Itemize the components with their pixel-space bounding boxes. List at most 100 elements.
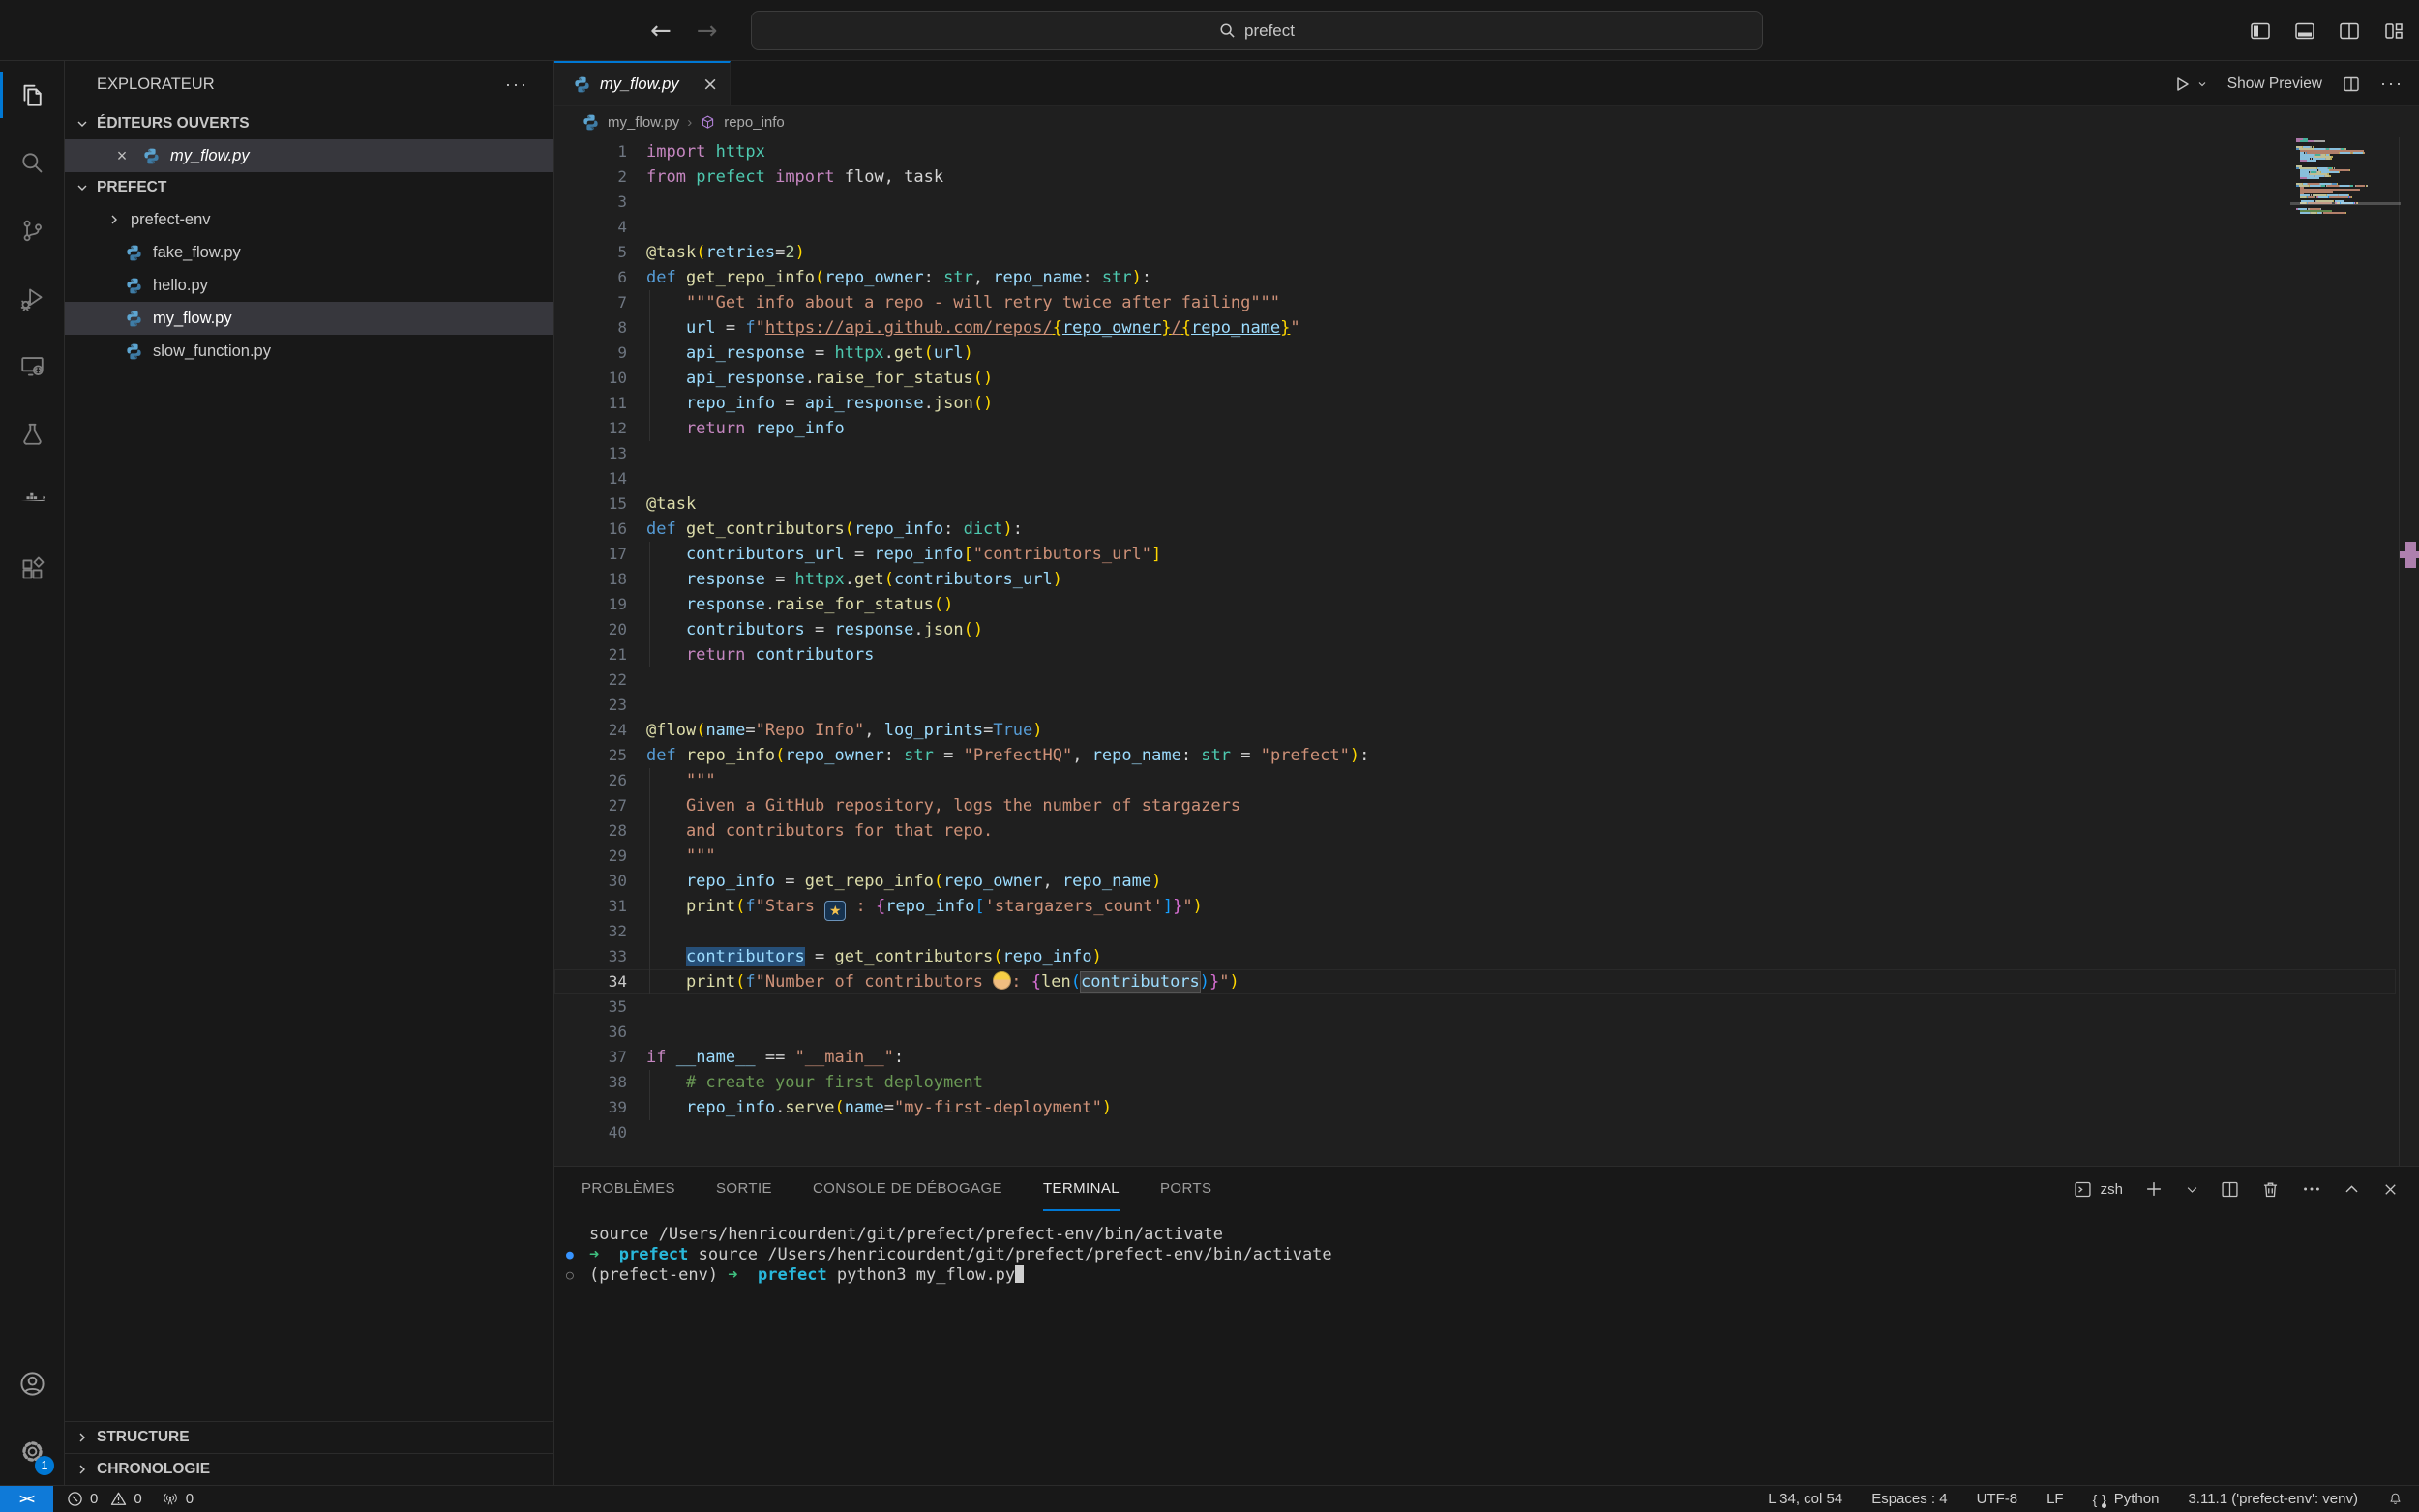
section-timeline[interactable]: CHRONOLOGIE <box>65 1453 553 1485</box>
close-icon[interactable] <box>2381 1180 2400 1199</box>
code-line-22[interactable]: 22 <box>554 667 2396 693</box>
code-line-1[interactable]: 1import httpx <box>554 139 2396 164</box>
code-line-40[interactable]: 40 <box>554 1120 2396 1145</box>
code-line-5[interactable]: 5@task(retries=2) <box>554 240 2396 265</box>
code-line-3[interactable]: 3 <box>554 190 2396 215</box>
customize-layout-icon[interactable] <box>2382 19 2405 43</box>
show-preview-button[interactable]: Show Preview <box>2227 75 2322 93</box>
python-interpreter[interactable]: 3.11.1 ('prefect-env': venv) <box>2188 1491 2358 1507</box>
code-line-38[interactable]: 38 # create your first deployment <box>554 1070 2396 1095</box>
command-center-search[interactable]: prefect <box>751 11 1763 50</box>
code-line-29[interactable]: 29 """ <box>554 844 2396 869</box>
section-structure[interactable]: STRUCTURE <box>65 1421 553 1453</box>
code-line-28[interactable]: 28 and contributors for that repo. <box>554 818 2396 844</box>
activity-settings[interactable]: 1 <box>0 1417 64 1485</box>
eol-status[interactable]: LF <box>2046 1491 2064 1507</box>
split-editor-icon[interactable] <box>2342 74 2361 94</box>
run-python-button[interactable] <box>2172 74 2208 94</box>
history-back-button[interactable]: ← <box>650 16 672 45</box>
panel-tab-console de débogage[interactable]: CONSOLE DE DÉBOGAGE <box>813 1167 1002 1211</box>
code-line-9[interactable]: 9 api_response = httpx.get(url) <box>554 341 2396 366</box>
code-line-14[interactable]: 14 <box>554 466 2396 491</box>
split-terminal-icon[interactable] <box>2220 1179 2240 1200</box>
activity-run-debug[interactable] <box>0 264 64 332</box>
terminal-profile-icon[interactable]: zsh <box>2073 1179 2123 1200</box>
chevron-up-icon[interactable] <box>2343 1180 2361 1199</box>
code-line-36[interactable]: 36 <box>554 1020 2396 1045</box>
terminal[interactable]: source /Users/henricourdent/git/prefect/… <box>554 1211 2419 1286</box>
panel-tab-sortie[interactable]: SORTIE <box>716 1167 772 1211</box>
activity-extensions[interactable] <box>0 535 64 603</box>
activity-search[interactable] <box>0 129 64 196</box>
encoding-status[interactable]: UTF-8 <box>1977 1491 2018 1507</box>
activity-source-control[interactable] <box>0 196 64 264</box>
activity-remote-explorer[interactable] <box>0 332 64 400</box>
file-slow_function.py[interactable]: slow_function.py <box>65 335 553 368</box>
ports-status[interactable]: 0 <box>162 1491 194 1508</box>
language-status[interactable]: { }Python <box>2093 1491 2160 1507</box>
code-line-18[interactable]: 18 response = httpx.get(contributors_url… <box>554 567 2396 592</box>
code-line-20[interactable]: 20 contributors = response.json() <box>554 617 2396 642</box>
file-hello.py[interactable]: hello.py <box>65 269 553 302</box>
code-line-10[interactable]: 10 api_response.raise_for_status() <box>554 366 2396 391</box>
add-terminal-icon[interactable] <box>2143 1178 2165 1200</box>
code-line-34[interactable]: 34 print(f"Number of contributors : {len… <box>554 969 2396 994</box>
code-line-2[interactable]: 2from prefect import flow, task <box>554 164 2396 190</box>
cursor-position[interactable]: L 34, col 54 <box>1768 1491 1842 1507</box>
code-line-35[interactable]: 35 <box>554 994 2396 1020</box>
code-line-16[interactable]: 16def get_contributors(repo_info: dict): <box>554 517 2396 542</box>
tab-my-flow[interactable]: my_flow.py × <box>554 61 731 105</box>
command-decoration-icon[interactable]: ○ <box>566 1268 574 1283</box>
panel-tab-terminal[interactable]: TERMINAL <box>1043 1167 1120 1211</box>
code-line-24[interactable]: 24@flow(name="Repo Info", log_prints=Tru… <box>554 718 2396 743</box>
editor-more-actions[interactable]: ··· <box>2380 74 2404 94</box>
file-my_flow.py[interactable]: my_flow.py <box>65 302 553 335</box>
close-icon[interactable]: × <box>702 74 718 95</box>
more-icon[interactable] <box>2301 1178 2322 1200</box>
code-line-12[interactable]: 12 return repo_info <box>554 416 2396 441</box>
code-line-27[interactable]: 27 Given a GitHub repository, logs the n… <box>554 793 2396 818</box>
problems-status[interactable]: 0 0 <box>67 1491 142 1507</box>
activity-accounts[interactable] <box>0 1349 64 1417</box>
toggle-panel-icon[interactable] <box>2293 19 2316 43</box>
panel-tab-ports[interactable]: PORTS <box>1160 1167 1211 1211</box>
code-editor[interactable]: 1import httpx2from prefect import flow, … <box>554 137 2419 1166</box>
code-line-8[interactable]: 8 url = f"https://api.github.com/repos/{… <box>554 315 2396 341</box>
remote-indicator[interactable]: >< <box>0 1486 53 1512</box>
toggle-secondary-sidebar-icon[interactable] <box>2338 19 2361 43</box>
panel-tab-problèmes[interactable]: PROBLÈMES <box>582 1167 675 1211</box>
code-line-37[interactable]: 37if __name__ == "__main__": <box>554 1045 2396 1070</box>
minimap[interactable] <box>2296 138 2399 216</box>
section-open-editors[interactable]: ÉDITEURS OUVERTS <box>65 108 553 139</box>
code-line-25[interactable]: 25def repo_info(repo_owner: str = "Prefe… <box>554 743 2396 768</box>
code-line-30[interactable]: 30 repo_info = get_repo_info(repo_owner,… <box>554 869 2396 894</box>
toggle-primary-sidebar-icon[interactable] <box>2249 19 2272 43</box>
code-line-4[interactable]: 4 <box>554 215 2396 240</box>
section-workspace[interactable]: PREFECT <box>65 172 553 203</box>
history-forward-button[interactable]: → <box>697 16 718 45</box>
open-editor-my_flow.py[interactable]: ×my_flow.py <box>65 139 553 172</box>
bell-icon[interactable] <box>2387 1491 2404 1507</box>
code-line-39[interactable]: 39 repo_info.serve(name="my-first-deploy… <box>554 1095 2396 1120</box>
chevron-down-icon[interactable] <box>2185 1182 2199 1197</box>
file-fake_flow.py[interactable]: fake_flow.py <box>65 236 553 269</box>
code-line-17[interactable]: 17 contributors_url = repo_info["contrib… <box>554 542 2396 567</box>
code-line-19[interactable]: 19 response.raise_for_status() <box>554 592 2396 617</box>
code-line-31[interactable]: 31 print(f"Stars ★ : {repo_info['stargaz… <box>554 894 2396 919</box>
close-icon[interactable]: × <box>111 146 133 166</box>
activity-docker[interactable] <box>0 467 64 535</box>
indentation-status[interactable]: Espaces : 4 <box>1871 1491 1947 1507</box>
code-line-7[interactable]: 7 """Get info about a repo - will retry … <box>554 290 2396 315</box>
code-line-33[interactable]: 33 contributors = get_contributors(repo_… <box>554 944 2396 969</box>
code-line-11[interactable]: 11 repo_info = api_response.json() <box>554 391 2396 416</box>
code-line-21[interactable]: 21 return contributors <box>554 642 2396 667</box>
code-line-13[interactable]: 13 <box>554 441 2396 466</box>
folder-prefect-env[interactable]: prefect-env <box>65 203 553 236</box>
code-line-6[interactable]: 6def get_repo_info(repo_owner: str, repo… <box>554 265 2396 290</box>
code-line-26[interactable]: 26 """ <box>554 768 2396 793</box>
breadcrumb-symbol[interactable]: repo_info <box>724 114 785 131</box>
breadcrumb-file[interactable]: my_flow.py <box>608 114 679 131</box>
explorer-more-actions[interactable]: ··· <box>505 74 528 95</box>
activity-testing[interactable] <box>0 400 64 467</box>
code-line-32[interactable]: 32 <box>554 919 2396 944</box>
